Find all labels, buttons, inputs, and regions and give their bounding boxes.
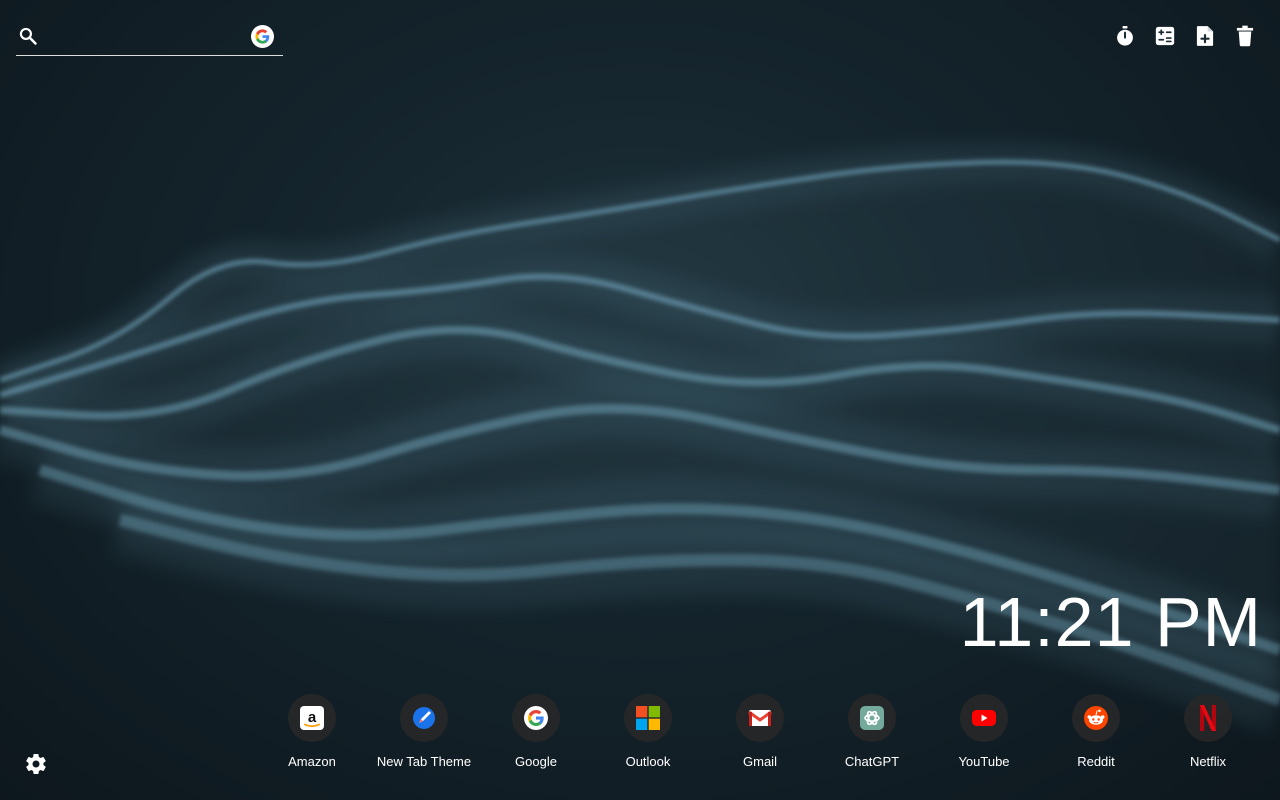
- shortcut-gmail[interactable]: Gmail: [704, 694, 816, 769]
- reddit-icon[interactable]: [1072, 694, 1120, 742]
- timer-icon[interactable]: [1114, 24, 1136, 48]
- add-note-icon[interactable]: [1194, 24, 1216, 48]
- shortcut-label: New Tab Theme: [376, 754, 472, 769]
- search-input[interactable]: [50, 24, 244, 50]
- shortcut-label: ChatGPT: [844, 754, 900, 769]
- shortcut-bar: a Amazon New Tab Theme Google Outlook Gm…: [256, 694, 1264, 774]
- clock-display: 11:21 PM: [959, 583, 1262, 661]
- youtube-icon[interactable]: [960, 694, 1008, 742]
- chatgpt-icon[interactable]: [848, 694, 896, 742]
- shortcut-label: Amazon: [288, 754, 336, 769]
- amazon-icon[interactable]: a: [288, 694, 336, 742]
- shortcut-netflix[interactable]: Netflix: [1152, 694, 1264, 769]
- shortcut-label: YouTube: [958, 754, 1010, 769]
- shortcut-label: Gmail: [743, 754, 777, 769]
- shortcut-amazon[interactable]: a Amazon: [256, 694, 368, 769]
- shortcut-google[interactable]: Google: [480, 694, 592, 769]
- gear-icon[interactable]: [24, 752, 48, 776]
- search-icon[interactable]: [18, 26, 38, 46]
- particle-wave-background: [0, 142, 1280, 733]
- shortcut-reddit[interactable]: Reddit: [1040, 694, 1152, 769]
- google-icon[interactable]: [251, 25, 274, 48]
- shortcut-label: Outlook: [625, 754, 671, 769]
- microsoft-icon[interactable]: [624, 694, 672, 742]
- search-bar[interactable]: [16, 20, 283, 56]
- netflix-icon[interactable]: [1184, 694, 1232, 742]
- shortcut-label: Netflix: [1189, 754, 1227, 769]
- trash-icon[interactable]: [1234, 24, 1256, 48]
- shortcut-chatgpt[interactable]: ChatGPT: [816, 694, 928, 769]
- toolbar: [1114, 24, 1256, 48]
- new-tab-theme-icon[interactable]: [400, 694, 448, 742]
- calculator-icon[interactable]: [1154, 24, 1176, 48]
- shortcut-youtube[interactable]: YouTube: [928, 694, 1040, 769]
- svg-text:a: a: [308, 709, 317, 726]
- shortcut-outlook[interactable]: Outlook: [592, 694, 704, 769]
- google-icon[interactable]: [512, 694, 560, 742]
- shortcut-new-tab-theme[interactable]: New Tab Theme: [368, 694, 480, 769]
- shortcut-label: Google: [515, 754, 557, 769]
- shortcut-label: Reddit: [1077, 754, 1115, 769]
- gmail-icon[interactable]: [736, 694, 784, 742]
